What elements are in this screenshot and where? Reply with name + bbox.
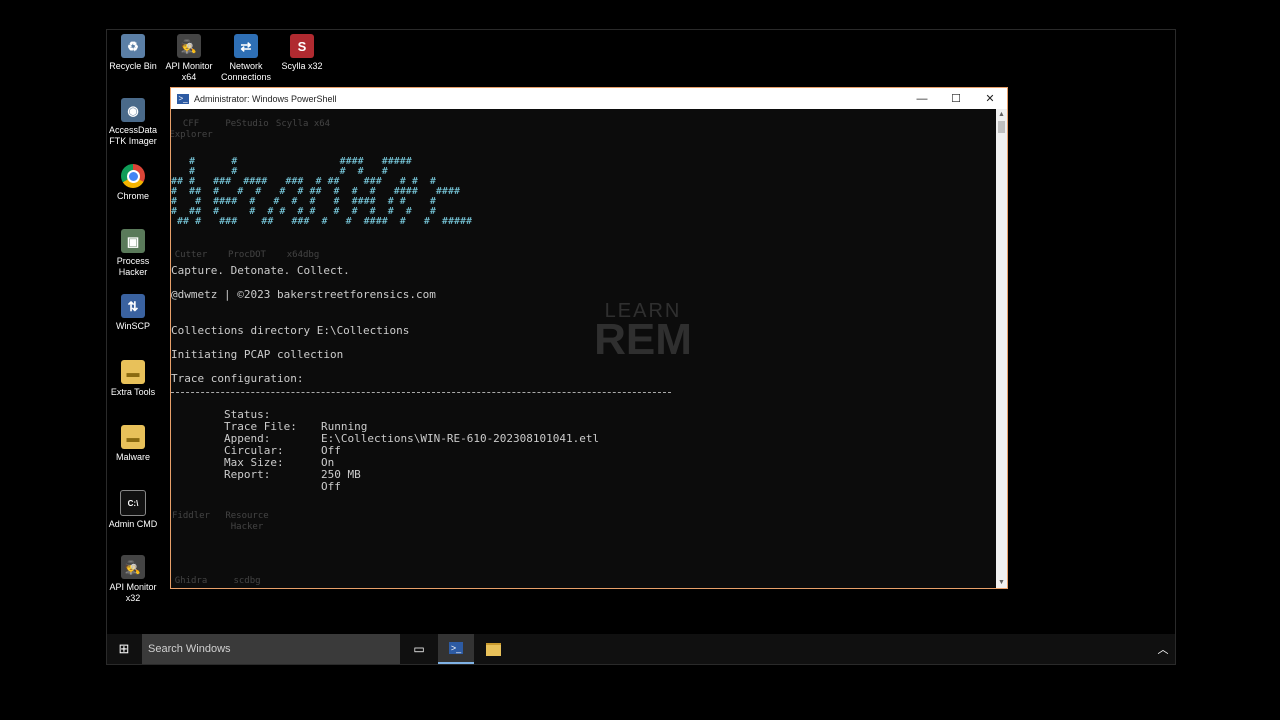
desktop-icon-label: Process Hacker <box>116 256 150 277</box>
console-output[interactable]: CFF Explorer PeStudio Scylla x64 Cutter … <box>171 109 996 588</box>
desktop-icon-network-connections[interactable]: ⇄ Network Connections <box>216 34 276 83</box>
folder-icon: ▬ <box>121 425 145 449</box>
chevron-up-icon: ︿ <box>1157 644 1169 656</box>
network-connections-icon: ⇄ <box>234 34 258 58</box>
minimize-button[interactable]: — <box>905 88 939 109</box>
console-tagline: Capture. Detonate. Collect. <box>171 264 350 277</box>
taskbar-powershell-button[interactable]: >_ <box>438 634 474 664</box>
desktop-icon-label: API Monitor x32 <box>109 582 157 603</box>
desktop-icon-label: Scylla x32 <box>281 61 323 71</box>
scrollbar-thumb[interactable] <box>998 121 1005 133</box>
recycle-bin-icon: ♻ <box>121 34 145 58</box>
desktop-icon-api-monitor-x64[interactable]: 🕵 API Monitor x64 <box>159 34 219 83</box>
desktop-icon-label: AccessData FTK Imager <box>108 125 158 146</box>
api-monitor-icon: 🕵 <box>177 34 201 58</box>
trace-row-trace-file: Trace File: E:\Collections\WIN-RE-610-20… <box>171 409 599 445</box>
ftk-imager-icon: ◉ <box>121 98 145 122</box>
winscp-icon: ⇅ <box>121 294 145 318</box>
desktop-icon-scylla-x32[interactable]: S Scylla x32 <box>272 34 332 72</box>
console-divider <box>171 392 671 393</box>
file-explorer-icon <box>485 642 501 656</box>
task-view-button[interactable]: ▭ <box>401 634 437 664</box>
powershell-icon: >_ <box>449 642 463 654</box>
start-button[interactable]: ⊞ <box>107 634 141 664</box>
trace-row-status: Status: Running <box>171 397 367 433</box>
windows-logo-icon: ⊞ <box>118 641 130 656</box>
window-title: Administrator: Windows PowerShell <box>194 93 337 104</box>
background-icon-pestudio: PeStudio <box>225 119 269 129</box>
trace-row-report: Report: Off <box>171 457 341 493</box>
console-trace-header: Trace configuration: <box>171 372 304 385</box>
trace-value: E:\Collections\WIN-RE-610-202308101041.e… <box>321 432 600 445</box>
desktop-icon-ftk-imager[interactable]: ◉ AccessData FTK Imager <box>107 98 163 147</box>
learn-rem-watermark: LEARN REM <box>587 301 699 364</box>
trace-row-max-size: Max Size: 250 MB <box>171 445 361 481</box>
show-hidden-icons-button[interactable]: ︿ <box>1155 634 1171 664</box>
desktop-icon-label: Extra Tools <box>110 387 156 397</box>
maximize-button[interactable]: ☐ <box>939 88 973 109</box>
trace-row-circular: Circular: On <box>171 433 334 469</box>
background-icon-scylla-x64: Scylla x64 <box>275 119 331 129</box>
desktop-icon-label: Malware <box>115 452 150 462</box>
desktop-icon-admin-cmd[interactable]: C:\ Admin CMD <box>107 490 163 530</box>
powershell-window[interactable]: >_ Administrator: Windows PowerShell — ☐… <box>170 87 1008 589</box>
chrome-icon <box>121 164 145 188</box>
background-icon-ghidra: Ghidra <box>174 576 208 586</box>
desktop-icon-extra-tools[interactable]: ▬ Extra Tools <box>107 360 163 398</box>
search-input[interactable]: Search Windows <box>142 634 400 664</box>
taskbar-file-explorer-button[interactable] <box>475 634 511 664</box>
desktop-icon-chrome[interactable]: Chrome <box>107 164 163 202</box>
background-icon-procdot: ProcDOT <box>228 250 266 260</box>
api-monitor-icon: 🕵 <box>121 555 145 579</box>
window-titlebar[interactable]: >_ Administrator: Windows PowerShell — ☐… <box>171 88 1007 109</box>
desktop: ♻ Recycle Bin 🕵 API Monitor x64 ⇄ Networ… <box>106 29 1176 665</box>
ascii-banner: # # #### ##### # # # # # ## # ### #### #… <box>171 156 473 227</box>
scroll-down-arrow-icon[interactable]: ▼ <box>996 577 1007 588</box>
desktop-icon-label: Admin CMD <box>108 519 158 529</box>
console-scrollbar[interactable]: ▲ ▼ <box>996 109 1007 588</box>
background-icon-cff-explorer: CFF Explorer <box>171 119 213 140</box>
scroll-up-arrow-icon[interactable]: ▲ <box>996 109 1007 120</box>
desktop-icon-api-monitor-x32[interactable]: 🕵 API Monitor x32 <box>107 555 163 604</box>
console-credit: @dwmetz | ©2023 bakerstreetforensics.com <box>171 288 436 301</box>
close-button[interactable]: ✕ <box>973 88 1007 109</box>
cmd-icon: C:\ <box>120 490 146 516</box>
background-icon-scdbg: scdbg <box>233 576 261 586</box>
desktop-icon-recycle-bin[interactable]: ♻ Recycle Bin <box>107 34 163 72</box>
trace-value: Off <box>321 480 341 493</box>
trace-row-append: Append: Off <box>171 421 341 457</box>
process-hacker-icon: ▣ <box>121 229 145 253</box>
taskbar: ⊞ Search Windows ▭ >_ ︿ <box>107 634 1175 664</box>
background-icon-fiddler: Fiddler <box>172 511 210 521</box>
folder-icon: ▬ <box>121 360 145 384</box>
task-view-icon: ▭ <box>413 642 425 656</box>
scylla-icon: S <box>290 34 314 58</box>
desktop-icon-winscp[interactable]: ⇅ WinSCP <box>107 294 163 332</box>
trace-label: Report: <box>223 468 271 481</box>
background-icon-x64dbg: x64dbg <box>286 250 320 260</box>
desktop-icon-label: Chrome <box>116 191 149 201</box>
console-pcap-line: Initiating PCAP collection <box>171 348 344 361</box>
background-icon-resource-hacker: Resource Hacker <box>225 511 269 532</box>
background-icon-cutter: Cutter <box>174 250 208 260</box>
desktop-icon-label: Recycle Bin <box>109 61 157 71</box>
desktop-icon-label: Network Connections <box>220 61 272 82</box>
console-collections-line: Collections directory E:\Collections <box>171 324 410 337</box>
watermark-line2: REM <box>594 315 692 364</box>
desktop-icon-label: API Monitor x64 <box>165 61 213 82</box>
powershell-icon: >_ <box>177 93 189 104</box>
desktop-icon-malware[interactable]: ▬ Malware <box>107 425 163 463</box>
desktop-icon-process-hacker[interactable]: ▣ Process Hacker <box>107 229 163 278</box>
desktop-icon-label: WinSCP <box>115 321 150 331</box>
